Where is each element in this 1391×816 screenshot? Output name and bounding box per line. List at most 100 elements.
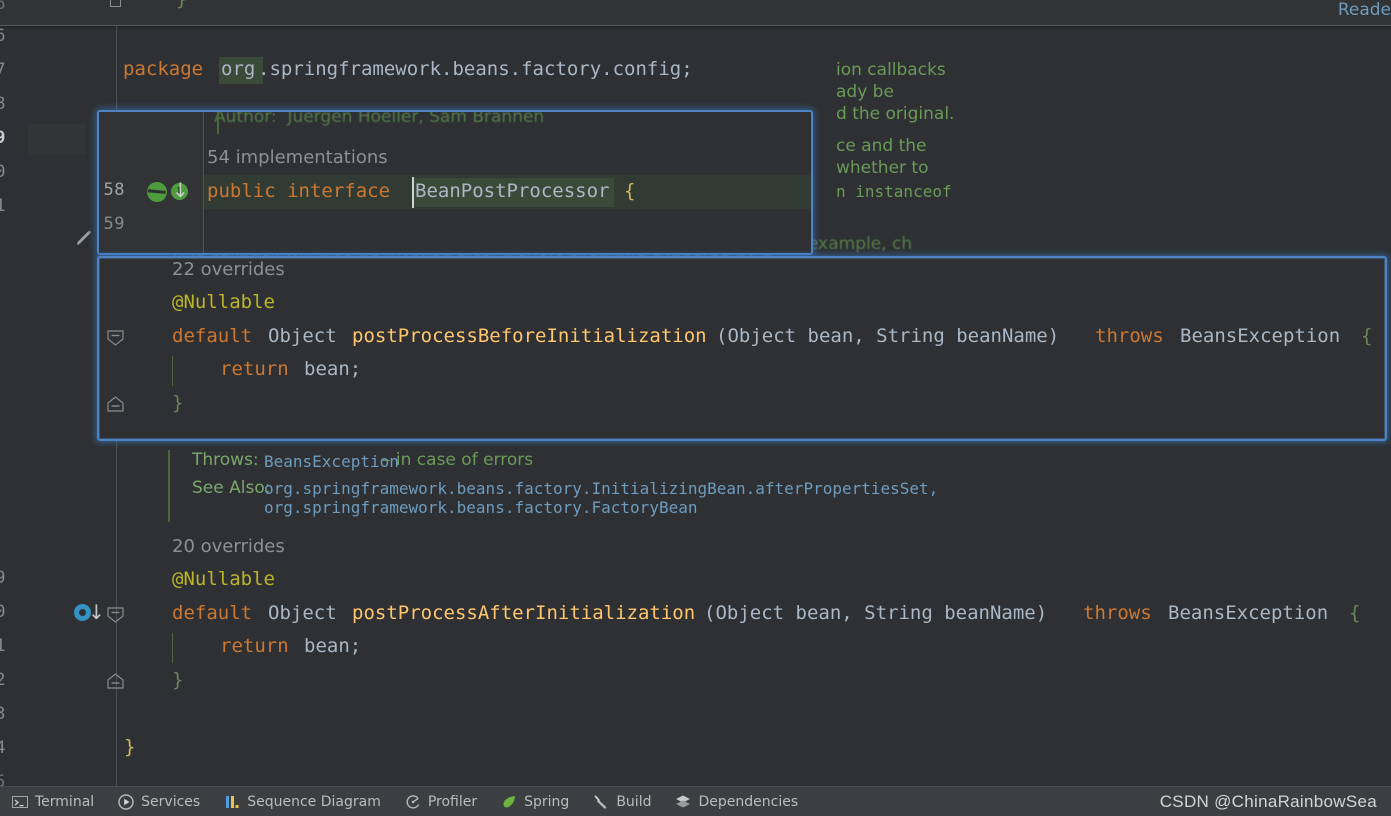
javadoc-fragment: ce and the — [836, 136, 927, 156]
tool-button-services[interactable]: Services — [106, 787, 212, 816]
interface-close-brace: } — [124, 736, 136, 758]
return-type-before: Object — [268, 325, 337, 347]
method-open-brace-before: { — [1361, 325, 1373, 347]
gutter-line-number-current: 9 — [0, 128, 6, 148]
gutter-line-number: 7 — [0, 60, 6, 80]
method-close-brace-before: } — [172, 392, 184, 414]
sticky-line-number: 76 — [0, 0, 6, 14]
sequence-diagram-icon — [224, 794, 240, 810]
javadoc-fragment-code: n instanceof — [836, 182, 952, 201]
return-keyword-before: return — [220, 358, 289, 380]
javadoc-fragment: d the original. — [836, 104, 955, 124]
gutter-line-number: 99 — [0, 568, 6, 588]
see-also-link[interactable]: org.springframework.beans.factory.Factor… — [264, 498, 697, 517]
overrides-inlay-hint-before[interactable]: 22 overrides — [172, 259, 285, 280]
nullable-annotation-before: @Nullable — [172, 291, 275, 313]
method-body-indent-guide — [172, 633, 173, 663]
gutter-line-number: 1 — [0, 196, 6, 216]
package-path: .springframework.beans.factory.config; — [258, 58, 693, 80]
method-params-after: (Object bean, String beanName) — [704, 602, 1048, 624]
throws-description: – in case of errors — [382, 450, 534, 470]
gutter-line-number: 103 — [0, 704, 6, 724]
method-name-after: postProcessAfterInitialization — [352, 602, 696, 624]
tool-button-spring[interactable]: Spring — [489, 787, 581, 816]
see-also-link[interactable]: org.springframework.beans.factory.Initia… — [264, 479, 938, 498]
package-keyword: package — [123, 58, 204, 80]
edit-pencil-icon[interactable] — [74, 228, 94, 248]
implementations-arrow-icon[interactable]: ↓ — [88, 602, 105, 622]
tool-button-label: Spring — [524, 793, 570, 810]
tool-button-label: Build — [616, 793, 652, 810]
sticky-close-brace: } — [176, 0, 187, 10]
tool-button-terminal[interactable]: Terminal — [0, 787, 106, 816]
tool-button-label: Profiler — [427, 793, 478, 810]
throws-keyword-after: throws — [1083, 602, 1152, 624]
watermark-text: CSDN @ChinaRainbowSea — [1159, 791, 1377, 811]
services-play-icon — [118, 793, 134, 810]
tool-button-build[interactable]: Build — [581, 787, 663, 816]
throws-type-after: BeansException — [1168, 602, 1329, 624]
gutter-line-number: 101 — [0, 636, 6, 656]
current-line-highlight — [28, 124, 86, 154]
fold-square-icon[interactable] — [110, 0, 121, 7]
default-keyword-before: default — [172, 325, 253, 347]
interface-name: BeanPostProcessor — [415, 180, 610, 202]
return-keyword-after: return — [220, 635, 289, 657]
gutter-line-number: 0 — [0, 162, 6, 182]
implementations-inlay-hint[interactable]: 54 implementations — [207, 147, 388, 168]
spring-leaf-icon — [501, 794, 517, 810]
gutter-line-number: 76 — [0, 26, 6, 46]
tool-button-sequence-diagram[interactable]: Sequence Diagram — [212, 787, 393, 816]
method-body-indent-guide — [172, 356, 173, 386]
javadoc-fragment: ady be — [836, 82, 894, 102]
sticky-signature-popup[interactable]: Author: Juergen Hoeller, Sam Brannen 58 … — [97, 110, 813, 255]
fold-collapse-icon[interactable] — [107, 607, 124, 623]
popup-line-number: 58 — [103, 180, 125, 200]
profiler-icon — [405, 794, 421, 810]
overrides-inlay-hint-after[interactable]: 20 overrides — [172, 536, 285, 557]
fold-collapse-icon[interactable] — [107, 330, 124, 346]
gutter-line-number: 100 — [0, 602, 6, 622]
see-also-label: See Also: — [192, 478, 271, 498]
gutter-line-number: 102 — [0, 670, 6, 690]
nullable-annotation-after: @Nullable — [172, 568, 275, 590]
return-value-before: bean; — [304, 358, 362, 380]
javadoc-fragment: whether to — [836, 158, 929, 178]
terminal-icon — [12, 794, 28, 810]
javadoc-left-bar — [168, 450, 170, 522]
javadoc-author-line: Author: Juergen Hoeller, Sam Brannen — [214, 110, 545, 127]
implementations-arrow-icon[interactable]: ↓ — [172, 180, 189, 200]
build-hammer-icon — [593, 794, 609, 810]
method-open-brace-after: { — [1349, 602, 1361, 624]
tool-button-label: Dependencies — [698, 793, 799, 810]
reader-mode-label[interactable]: Reade — [1338, 0, 1391, 20]
interface-open-brace: { — [624, 180, 636, 202]
default-keyword-after: default — [172, 602, 253, 624]
gutter-line-number: 8 — [0, 94, 6, 114]
tool-window-bar: Terminal Services Sequence Diagram Profi… — [0, 786, 1391, 816]
popup-line-number: 59 — [103, 214, 125, 234]
package-name: org — [221, 58, 256, 80]
gutter-line-number: 104 — [0, 738, 6, 758]
throws-type-before: BeansException — [1180, 325, 1341, 347]
fold-end-icon[interactable] — [107, 673, 124, 689]
tool-button-dependencies[interactable]: Dependencies — [663, 787, 810, 816]
ide-window: 76 } 76 7 8 9 0 1 package org .springfra… — [0, 0, 1391, 816]
return-type-after: Object — [268, 602, 337, 624]
method-close-brace-after: } — [172, 669, 184, 691]
fold-end-icon[interactable] — [107, 396, 124, 412]
throws-type-link[interactable]: BeansException — [264, 452, 399, 471]
sticky-header-band — [0, 0, 1391, 26]
code-editor[interactable]: 76 } 76 7 8 9 0 1 package org .springfra… — [0, 0, 1391, 792]
dependencies-stack-icon — [675, 794, 691, 810]
javadoc-fragment: ion callbacks — [836, 60, 946, 80]
method-params-before: (Object bean, String beanName) — [716, 325, 1060, 347]
text-caret — [412, 177, 414, 208]
tool-button-label: Terminal — [35, 793, 95, 810]
method-highlight-box-before — [97, 256, 1387, 441]
tool-button-label: Sequence Diagram — [247, 793, 381, 810]
interface-keyword: public interface — [207, 180, 391, 202]
javadoc-left-bar — [217, 112, 219, 134]
tool-button-profiler[interactable]: Profiler — [393, 787, 489, 816]
sticky-header-shadow — [0, 26, 1391, 30]
